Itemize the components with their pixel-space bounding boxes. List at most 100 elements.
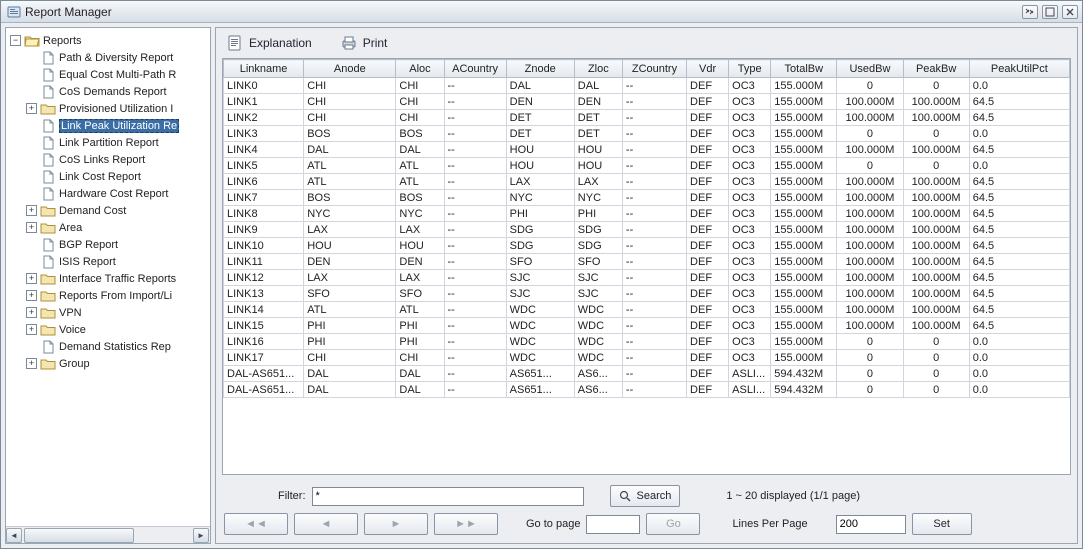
tree-toggle[interactable]: + <box>26 324 37 335</box>
table-row[interactable]: LINK15PHIPHI--WDCWDC--DEFOC3155.000M100.… <box>224 318 1070 334</box>
column-header[interactable]: PeakBw <box>903 60 969 78</box>
table-row[interactable]: LINK12LAXLAX--SJCSJC--DEFOC3155.000M100.… <box>224 270 1070 286</box>
column-header[interactable]: UsedBw <box>837 60 903 78</box>
column-header[interactable]: Znode <box>506 60 574 78</box>
tree-item-label[interactable]: Equal Cost Multi-Path R <box>59 69 176 81</box>
tree-toggle[interactable]: + <box>26 358 37 369</box>
search-button[interactable]: Search <box>610 485 681 507</box>
tree-toggle[interactable]: + <box>26 103 37 114</box>
tree-toggle[interactable]: + <box>26 307 37 318</box>
table-cell: OC3 <box>729 254 771 270</box>
table-row[interactable]: LINK5ATLATL--HOUHOU--DEFOC3155.000M000.0 <box>224 158 1070 174</box>
explanation-button[interactable]: Explanation <box>226 35 312 51</box>
tree-item-label[interactable]: Demand Cost <box>59 205 126 217</box>
set-button[interactable]: Set <box>912 513 972 535</box>
table-cell: OC3 <box>729 270 771 286</box>
last-page-button[interactable]: ►► <box>434 513 498 535</box>
tree-item-label[interactable]: Area <box>59 222 82 234</box>
minimize-button[interactable] <box>1022 5 1038 19</box>
column-header[interactable]: TotalBw <box>771 60 837 78</box>
tree-item-label[interactable]: Link Partition Report <box>59 137 159 149</box>
scroll-left-icon[interactable]: ◄ <box>6 528 22 543</box>
column-header[interactable]: Anode <box>304 60 396 78</box>
table-row[interactable]: LINK6ATLATL--LAXLAX--DEFOC3155.000M100.0… <box>224 174 1070 190</box>
tree-item-label[interactable]: BGP Report <box>59 239 118 251</box>
table-row[interactable]: LINK9LAXLAX--SDGSDG--DEFOC3155.000M100.0… <box>224 222 1070 238</box>
table-row[interactable]: LINK17CHICHI--WDCWDC--DEFOC3155.000M000.… <box>224 350 1070 366</box>
column-header[interactable]: Zloc <box>574 60 622 78</box>
table-row[interactable]: LINK4DALDAL--HOUHOU--DEFOC3155.000M100.0… <box>224 142 1070 158</box>
print-button[interactable]: Print <box>340 35 388 51</box>
tree-item-label[interactable]: Voice <box>59 324 86 336</box>
table-row[interactable]: LINK2CHICHI--DETDET--DEFOC3155.000M100.0… <box>224 110 1070 126</box>
column-header[interactable]: Linkname <box>224 60 304 78</box>
tree-hscrollbar[interactable]: ◄ ► <box>6 526 210 543</box>
tree-item-label[interactable]: Hardware Cost Report <box>59 188 168 200</box>
table-row[interactable]: LINK7BOSBOS--NYCNYC--DEFOC3155.000M100.0… <box>224 190 1070 206</box>
tree-toggle[interactable]: + <box>26 273 37 284</box>
tree-item-label[interactable]: Path & Diversity Report <box>59 52 173 64</box>
report-table[interactable]: LinknameAnodeAlocACountryZnodeZlocZCount… <box>223 59 1070 398</box>
report-tree[interactable]: − Reports Path & Diversity Report Equal Cos… <box>6 28 210 526</box>
filter-input[interactable] <box>312 487 584 506</box>
table-cell: -- <box>622 382 686 398</box>
prev-page-button[interactable]: ◄ <box>294 513 358 535</box>
lines-per-page-input[interactable] <box>836 515 906 534</box>
tree-item-label[interactable]: CoS Demands Report <box>59 86 167 98</box>
column-header[interactable]: ZCountry <box>622 60 686 78</box>
column-header[interactable]: Vdr <box>687 60 729 78</box>
tree-item-label[interactable]: Interface Traffic Reports <box>59 273 176 285</box>
table-row[interactable]: LINK13SFOSFO--SJCSJC--DEFOC3155.000M100.… <box>224 286 1070 302</box>
tree-toggle[interactable]: − <box>10 35 21 46</box>
tree-item-label[interactable]: Group <box>59 358 90 370</box>
table-cell: BOS <box>304 126 396 142</box>
tree-item-label[interactable]: Provisioned Utilization I <box>59 103 173 115</box>
goto-input[interactable] <box>586 515 640 534</box>
tree-item-label[interactable]: Demand Statistics Rep <box>59 341 171 353</box>
table-row[interactable]: LINK3BOSBOS--DETDET--DEFOC3155.000M000.0 <box>224 126 1070 142</box>
tree-root-label[interactable]: Reports <box>43 35 82 47</box>
table-row[interactable]: DAL-AS651...DALDAL--AS651...AS6...--DEFA… <box>224 366 1070 382</box>
table-cell: -- <box>622 318 686 334</box>
table-row[interactable]: LINK10HOUHOU--SDGSDG--DEFOC3155.000M100.… <box>224 238 1070 254</box>
table-row[interactable]: LINK8NYCNYC--PHIPHI--DEFOC3155.000M100.0… <box>224 206 1070 222</box>
scroll-thumb[interactable] <box>24 528 134 543</box>
next-page-button[interactable]: ► <box>364 513 428 535</box>
table-row[interactable]: LINK14ATLATL--WDCWDC--DEFOC3155.000M100.… <box>224 302 1070 318</box>
go-button[interactable]: Go <box>646 513 700 535</box>
table-cell: LAX <box>396 270 444 286</box>
table-cell: LINK9 <box>224 222 304 238</box>
tree-item-label[interactable]: VPN <box>59 307 82 319</box>
table-header-row[interactable]: LinknameAnodeAlocACountryZnodeZlocZCount… <box>224 60 1070 78</box>
column-header[interactable]: Type <box>729 60 771 78</box>
tree-toggle[interactable]: + <box>26 205 37 216</box>
tree-toggle[interactable]: + <box>26 222 37 233</box>
tree-item-label[interactable]: Reports From Import/Li <box>59 290 172 302</box>
column-header[interactable]: PeakUtilPct <box>969 60 1069 78</box>
tree-item-label[interactable]: CoS Links Report <box>59 154 145 166</box>
maximize-button[interactable] <box>1042 5 1058 19</box>
table-cell: LINK0 <box>224 78 304 94</box>
first-page-button[interactable]: ◄◄ <box>224 513 288 535</box>
table-cell: 64.5 <box>969 174 1069 190</box>
table-cell: 100.000M <box>837 270 903 286</box>
table-cell: BOS <box>304 190 396 206</box>
table-row[interactable]: LINK11DENDEN--SFOSFO--DEFOC3155.000M100.… <box>224 254 1070 270</box>
tree-toggle[interactable]: + <box>26 290 37 301</box>
table-row[interactable]: LINK0CHICHI--DALDAL--DEFOC3155.000M000.0 <box>224 78 1070 94</box>
table-cell: LAX <box>304 270 396 286</box>
table-cell: AS651... <box>506 366 574 382</box>
tree-item-label[interactable]: Link Cost Report <box>59 171 141 183</box>
table-row[interactable]: LINK1CHICHI--DENDEN--DEFOC3155.000M100.0… <box>224 94 1070 110</box>
table-row[interactable]: DAL-AS651...DALDAL--AS651...AS6...--DEFA… <box>224 382 1070 398</box>
table-cell: WDC <box>574 350 622 366</box>
table-cell: -- <box>444 174 506 190</box>
column-header[interactable]: ACountry <box>444 60 506 78</box>
page-icon <box>40 153 56 167</box>
table-row[interactable]: LINK16PHIPHI--WDCWDC--DEFOC3155.000M000.… <box>224 334 1070 350</box>
tree-item-label[interactable]: ISIS Report <box>59 256 116 268</box>
scroll-right-icon[interactable]: ► <box>193 528 209 543</box>
column-header[interactable]: Aloc <box>396 60 444 78</box>
tree-item-label[interactable]: Link Peak Utilization Re <box>59 119 179 133</box>
close-button[interactable] <box>1062 5 1078 19</box>
